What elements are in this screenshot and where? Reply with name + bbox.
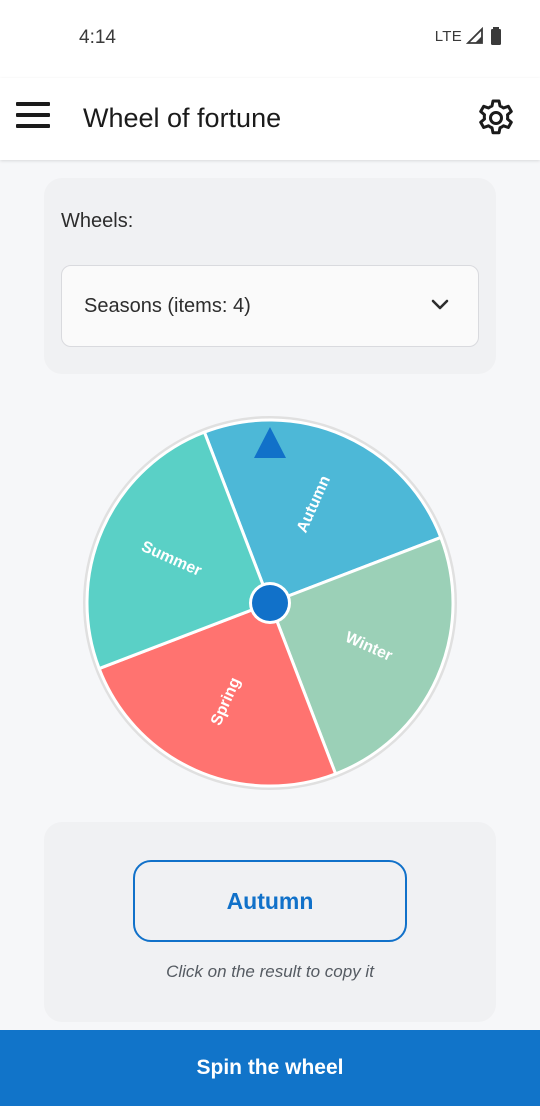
wheel-graphic: AutumnWinterSpringSummer — [83, 416, 457, 790]
result-button[interactable]: Autumn — [133, 860, 407, 942]
chevron-down-icon — [431, 299, 449, 310]
navigation-bar — [0, 1106, 540, 1120]
status-time: 4:14 — [79, 27, 116, 48]
wheels-label: Wheels: — [61, 210, 134, 232]
wheel-hub — [252, 585, 288, 621]
page-title: Wheel of fortune — [83, 103, 282, 133]
result-hint: Click on the result to copy it — [166, 962, 374, 981]
network-type: LTE — [434, 27, 462, 45]
result-panel: Autumn Click on the result to copy it — [44, 822, 496, 1022]
status-bar: 4:14 LTE — [0, 0, 540, 78]
wheels-panel: Wheels: Seasons (items: 4) — [44, 178, 496, 374]
app-bar: Wheel of fortune — [0, 78, 540, 160]
spin-button[interactable]: Spin the wheel — [0, 1030, 540, 1106]
hamburger-menu-icon[interactable] — [16, 102, 50, 136]
fortune-wheel[interactable]: Autumn Winter Spring Summer — [80, 413, 460, 793]
battery-icon — [491, 27, 501, 45]
signal-icon — [466, 27, 483, 44]
gear-icon[interactable] — [476, 98, 516, 138]
wheel-select-value: Seasons (items: 4) — [84, 295, 251, 317]
wheel-select-dropdown[interactable]: Seasons (items: 4) — [61, 265, 479, 347]
status-indicators: LTE — [435, 26, 504, 46]
